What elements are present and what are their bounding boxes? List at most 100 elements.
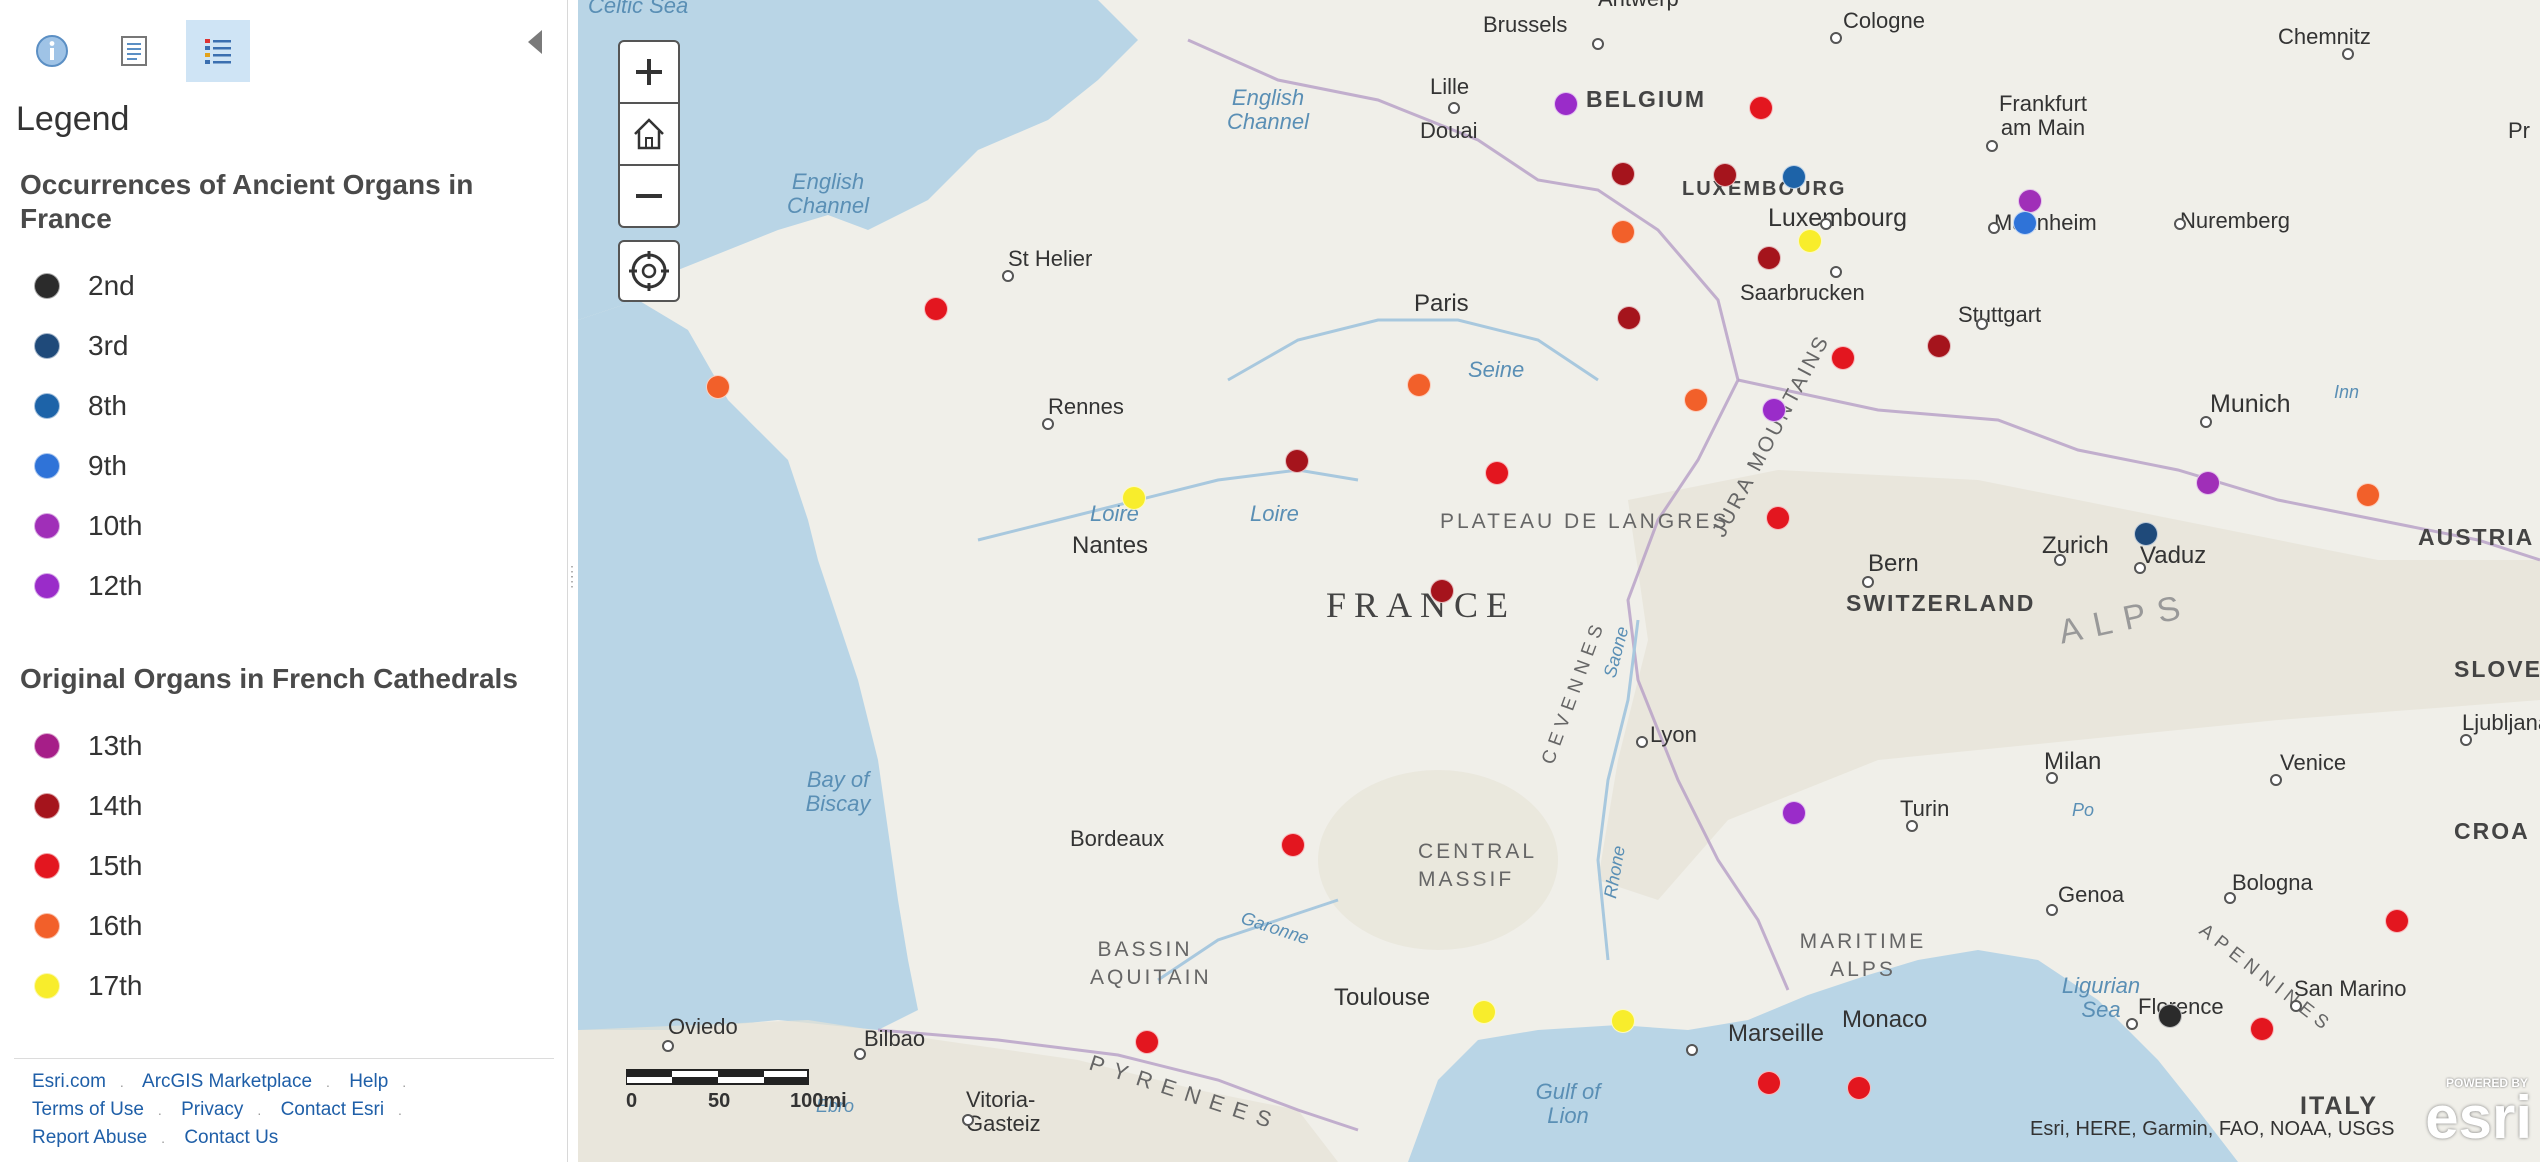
organ-marker-8th[interactable] (1781, 164, 1806, 189)
city-dot (2134, 562, 2146, 574)
label-turin: Turin (1900, 796, 1950, 821)
organ-marker-17th[interactable] (1472, 999, 1497, 1024)
organ-marker-12th[interactable] (1781, 801, 1806, 826)
footer-link-report-abuse[interactable]: Report Abuse (32, 1127, 147, 1148)
organ-marker-16th[interactable] (2355, 482, 2380, 507)
organ-marker-15th[interactable] (1134, 1030, 1159, 1055)
organ-marker-14th[interactable] (1284, 449, 1309, 474)
label-marseille: Marseille (1728, 1020, 1825, 1047)
organ-marker-15th[interactable] (1847, 1075, 1871, 1100)
legend-symbol (34, 453, 60, 479)
organ-marker-12th[interactable] (1553, 91, 1578, 116)
legend-label: 2nd (88, 270, 135, 301)
organ-marker-15th[interactable] (1765, 506, 1790, 531)
label-bay-of-biscay: Bay of Biscay (805, 767, 871, 816)
legend-button[interactable] (186, 20, 250, 82)
label-frankfurt: Frankfurt am Main (1998, 91, 2088, 140)
city-dot (2290, 1000, 2302, 1012)
city-dot (2460, 734, 2472, 746)
legend-symbol (34, 913, 60, 939)
organ-marker-14th[interactable] (1610, 161, 1635, 186)
info-button[interactable] (20, 20, 84, 82)
city-dot (1830, 32, 1842, 44)
organ-marker-17th[interactable] (1121, 485, 1146, 510)
content-button[interactable] (102, 20, 166, 82)
organ-marker-16th[interactable] (1610, 220, 1635, 245)
panel-resize-handle[interactable]: ⋮ ⋮ (565, 564, 579, 606)
label-maritime-alps: MARITIME ALPS (1799, 930, 1927, 981)
label-slovenia: SLOVE (2454, 656, 2540, 682)
esri-logo[interactable]: POWERED BY esri (2402, 1076, 2532, 1156)
footer-link-terms[interactable]: Terms of Use (32, 1099, 144, 1120)
label-lille: Lille (1430, 74, 1470, 99)
footer-link-privacy[interactable]: Privacy (181, 1099, 243, 1120)
label-celtic-sea: Celtic Sea (588, 0, 689, 18)
organ-marker-17th[interactable] (1610, 1008, 1635, 1033)
legend-label: 8th (88, 390, 127, 421)
label-croatia: CROA (2454, 818, 2530, 844)
legend-item: 3rd (34, 316, 143, 376)
scale-label-end: 100mi (790, 1090, 847, 1112)
legend-label: 17th (88, 970, 143, 1001)
minus-icon (636, 194, 662, 198)
label-antwerp: Antwerp (1598, 0, 1679, 12)
locate-button[interactable] (618, 240, 680, 302)
zoom-out-button[interactable] (620, 166, 678, 226)
legend-item: 17th (34, 956, 143, 1016)
organ-marker-15th[interactable] (1830, 345, 1855, 370)
city-dot (1002, 270, 1014, 282)
label-bern: Bern (1868, 550, 1919, 577)
label-english-channel: English Channel (787, 169, 869, 218)
footer-link-contact-esri[interactable]: Contact Esri (281, 1099, 384, 1120)
city-dot (662, 1040, 674, 1052)
map-attribution[interactable]: Esri, HERE, Garmin, FAO, NOAA, USGS (2030, 1118, 2395, 1141)
organ-marker-15th[interactable] (1749, 96, 1774, 120)
label-ljubljana: Ljubljana (2462, 710, 2540, 735)
zoom-in-button[interactable] (620, 42, 678, 104)
city-dot (1592, 38, 1604, 50)
map-view[interactable]: Celtic Sea English Channel English Chann… (578, 0, 2540, 1162)
organ-marker-14th[interactable] (1926, 333, 1951, 358)
organ-marker-16th[interactable] (706, 374, 730, 399)
city-dot (1830, 266, 1842, 278)
city-dot (1976, 318, 1988, 330)
label-vaduz: Vaduz (2140, 542, 2207, 569)
city-dot (1636, 736, 1648, 748)
collapse-panel-icon[interactable] (528, 30, 542, 54)
organ-marker-15th[interactable] (2249, 1017, 2274, 1042)
label-paris: Paris (1414, 290, 1469, 317)
label-nuremberg: Nuremberg (2180, 208, 2291, 233)
label-cologne: Cologne (1843, 8, 1925, 33)
city-dot (2270, 774, 2282, 786)
city-dot (2200, 416, 2212, 428)
label-bilbao: Bilbao (864, 1026, 926, 1051)
organ-marker-16th[interactable] (1684, 388, 1708, 412)
organ-marker-10th[interactable] (2195, 471, 2220, 496)
legend-symbol (34, 793, 60, 819)
home-button[interactable] (620, 104, 678, 166)
legend-symbol (34, 513, 60, 539)
footer-link-contact-us[interactable]: Contact Us (184, 1127, 278, 1148)
legend-list-cathedral-organs: 13th 14th 15th 16th 17th (34, 716, 143, 1016)
label-nantes: Nantes (1072, 532, 1149, 559)
content-icon (121, 36, 147, 66)
footer-link-marketplace[interactable]: ArcGIS Marketplace (142, 1071, 312, 1092)
organ-marker-14th[interactable] (1429, 579, 1454, 604)
organ-marker-17th[interactable] (1798, 228, 1823, 253)
label-zurich: Zurich (2042, 532, 2109, 559)
city-dot (2054, 554, 2066, 566)
city-dot (2342, 48, 2354, 60)
layer-title-ancient-organs: Occurrences of Ancient Organs in France (20, 169, 474, 234)
footer-link-esri[interactable]: Esri.com (32, 1071, 106, 1092)
city-dot (1988, 222, 2000, 234)
organ-marker-15th[interactable] (2384, 909, 2409, 934)
label-po: Po (2072, 800, 2095, 820)
label-rennes: Rennes (1048, 394, 1124, 419)
label-pr: Pr (2508, 118, 2530, 143)
city-dot (2174, 218, 2186, 230)
esri-wordmark: esri (2425, 1084, 2532, 1151)
footer-link-help[interactable]: Help (349, 1071, 388, 1092)
organ-marker-15th[interactable] (1485, 461, 1510, 485)
legend-item: 15th (34, 836, 143, 896)
label-france: FRANCE (1326, 585, 1517, 625)
